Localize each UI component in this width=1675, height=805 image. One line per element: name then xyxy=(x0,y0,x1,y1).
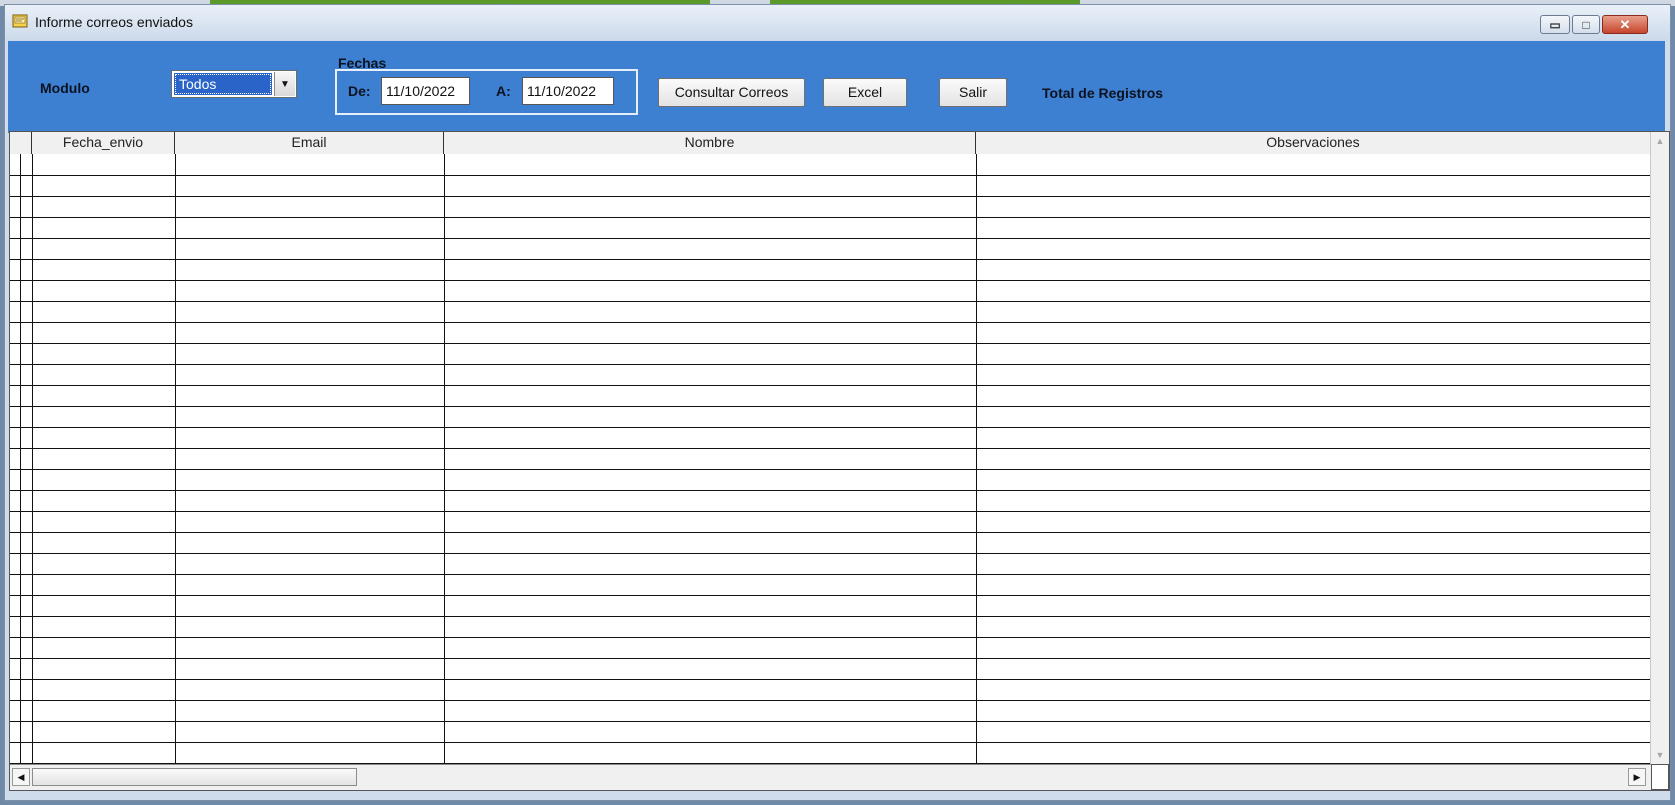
scroll-left-icon[interactable]: ◀ xyxy=(12,768,30,786)
table-row[interactable] xyxy=(10,280,1650,281)
consultar-correos-button[interactable]: Consultar Correos xyxy=(658,78,805,107)
column-header-fecha-envio[interactable]: Fecha_envio xyxy=(32,132,175,154)
maximize-button[interactable]: □ xyxy=(1572,15,1600,34)
horizontal-scroll-thumb[interactable] xyxy=(32,768,357,786)
table-row[interactable] xyxy=(10,427,1650,428)
table-row[interactable] xyxy=(10,469,1650,470)
table-row[interactable] xyxy=(10,301,1650,302)
minimize-icon: ▭ xyxy=(1549,17,1561,32)
table-row[interactable] xyxy=(10,364,1650,365)
table-row[interactable] xyxy=(10,700,1650,701)
table-row[interactable] xyxy=(10,259,1650,260)
excel-button[interactable]: Excel xyxy=(823,78,907,107)
row-selector-header[interactable] xyxy=(10,132,32,154)
table-row[interactable] xyxy=(10,532,1650,533)
table-row[interactable] xyxy=(10,553,1650,554)
modulo-select[interactable]: Todos ▼ xyxy=(171,70,297,98)
modulo-label: Modulo xyxy=(40,80,90,96)
fecha-hasta-input[interactable]: 11/10/2022 xyxy=(522,77,614,105)
minimize-button[interactable]: ▭ xyxy=(1540,15,1570,34)
table-row[interactable] xyxy=(10,511,1650,512)
table-row[interactable] xyxy=(10,196,1650,197)
table-header: Fecha_envio Email Nombre Observaciones xyxy=(10,132,1650,154)
column-header-email[interactable]: Email xyxy=(175,132,444,154)
total-registros-label: Total de Registros xyxy=(1042,85,1164,101)
table-row[interactable] xyxy=(10,658,1650,659)
fecha-desde-input[interactable]: 11/10/2022 xyxy=(381,77,470,105)
modulo-selected-value: Todos xyxy=(174,73,272,95)
table-row[interactable] xyxy=(10,742,1650,743)
table-row[interactable] xyxy=(10,616,1650,617)
table-row[interactable] xyxy=(10,574,1650,575)
de-label: De: xyxy=(348,83,371,99)
table-row[interactable] xyxy=(10,175,1650,176)
table-row[interactable] xyxy=(10,385,1650,386)
horizontal-scrollbar[interactable]: ◀ ▶ xyxy=(10,764,1651,790)
scroll-right-icon[interactable]: ▶ xyxy=(1628,768,1646,786)
table-row[interactable] xyxy=(10,448,1650,449)
chevron-down-icon[interactable]: ▼ xyxy=(274,72,295,96)
scroll-up-icon[interactable]: ▲ xyxy=(1651,132,1669,150)
maximize-icon: □ xyxy=(1582,17,1590,32)
column-header-nombre[interactable]: Nombre xyxy=(444,132,976,154)
table-row[interactable] xyxy=(10,595,1650,596)
table-row[interactable] xyxy=(10,637,1650,638)
close-button[interactable]: ✕ xyxy=(1602,15,1648,34)
scroll-down-icon[interactable]: ▼ xyxy=(1651,746,1669,764)
column-separator xyxy=(976,154,977,764)
close-icon: ✕ xyxy=(1619,16,1631,32)
salir-button[interactable]: Salir xyxy=(939,78,1007,107)
table-row[interactable] xyxy=(10,679,1650,680)
scrollbar-corner xyxy=(1651,764,1669,790)
table-row[interactable] xyxy=(10,322,1650,323)
table-row[interactable] xyxy=(10,721,1650,722)
table-row[interactable] xyxy=(10,238,1650,239)
column-separator xyxy=(32,154,33,764)
window-title: Informe correos enviados xyxy=(35,14,193,30)
column-separator xyxy=(175,154,176,764)
emails-table[interactable]: Fecha_envio Email Nombre Observaciones ▲… xyxy=(9,131,1670,791)
table-row[interactable] xyxy=(10,343,1650,344)
app-icon xyxy=(12,14,28,28)
table-row[interactable] xyxy=(10,217,1650,218)
table-row[interactable] xyxy=(10,490,1650,491)
table-row[interactable] xyxy=(10,406,1650,407)
a-label: A: xyxy=(496,83,511,99)
row-selector-separator xyxy=(20,154,21,764)
vertical-scrollbar[interactable]: ▲ ▼ xyxy=(1650,132,1669,764)
title-bar[interactable]: Informe correos enviados ▭ □ ✕ xyxy=(5,5,1670,41)
column-separator xyxy=(444,154,445,764)
column-header-observaciones[interactable]: Observaciones xyxy=(976,132,1650,154)
